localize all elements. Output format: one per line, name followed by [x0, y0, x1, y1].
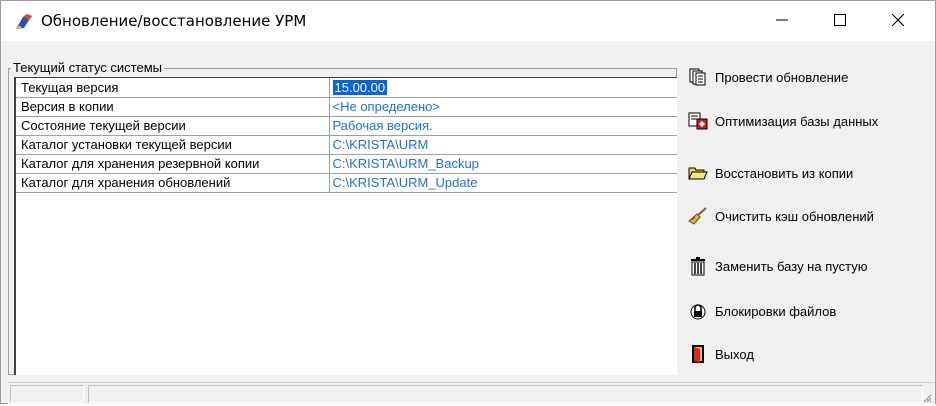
action-button[interactable]: Выход	[687, 342, 754, 366]
table-row[interactable]: Версия в копии <Не определено>	[16, 97, 677, 117]
property-name: Текущая версия	[16, 78, 330, 98]
window-left-edge	[1, 41, 7, 403]
status-group-label: Текущий статус системы	[11, 60, 165, 75]
broom-icon	[687, 205, 709, 227]
action-button[interactable]: Провести обновление	[687, 65, 848, 89]
property-value[interactable]: C:\KRISTA\URM	[329, 135, 677, 155]
minimize-icon	[776, 14, 788, 29]
open-folder-icon	[687, 162, 709, 184]
status-bar	[8, 382, 935, 404]
property-name: Каталог для хранения обновлений	[16, 173, 330, 193]
action-button[interactable]: Блокировки файлов	[687, 299, 836, 323]
action-button[interactable]: Восстановить из копии	[687, 161, 853, 185]
table-row[interactable]: Каталог установки текущей версии C:\KRIST…	[16, 135, 677, 155]
property-value[interactable]: C:\KRISTA\URM_Update	[329, 173, 677, 193]
title-bar[interactable]: Обновление/восстановление УРМ	[1, 1, 935, 41]
properties-table: Текущая версия 15.00.00 Версия в копии <Не …	[16, 78, 677, 193]
window-title: Обновление/восстановление УРМ	[41, 12, 307, 30]
action-label: Восстановить из копии	[715, 165, 854, 181]
action-label: Блокировки файлов	[715, 303, 837, 319]
selected-value[interactable]: 15.00.00	[332, 79, 388, 95]
table-row[interactable]: Текущая версия 15.00.00	[16, 78, 677, 98]
maximize-button[interactable]	[817, 1, 863, 41]
property-value[interactable]: Рабочая версия.	[329, 116, 677, 136]
app-icon	[13, 11, 35, 33]
table-row[interactable]: Каталог для хранения обновлений C:\KRISTA…	[16, 173, 677, 193]
property-name: Каталог для хранения резервной копии	[16, 154, 330, 174]
action-label: Очистить кэш обновлений	[715, 208, 874, 224]
action-button[interactable]: Заменить базу на пустую	[687, 254, 867, 278]
main-window: Обновление/восстановление УРМ Текущий ст…	[0, 0, 936, 404]
action-label: Оптимизация базы данных	[715, 113, 879, 129]
lock-icon	[687, 300, 709, 322]
close-button[interactable]	[875, 1, 921, 41]
optimize-db-icon	[687, 110, 709, 132]
table-row[interactable]: Состояние текущей версии Рабочая версия.	[16, 116, 677, 136]
trash-icon	[687, 255, 709, 277]
table-row[interactable]: Каталог для хранения резервной копии C:\K…	[16, 154, 677, 174]
property-value[interactable]: 15.00.00	[329, 78, 677, 98]
property-value[interactable]: C:\KRISTA\URM_Backup	[329, 154, 677, 174]
action-label: Заменить базу на пустую	[715, 258, 868, 274]
resize-grip-icon[interactable]	[922, 391, 932, 403]
property-value[interactable]: <Не определено>	[329, 97, 677, 117]
property-name: Версия в копии	[16, 97, 330, 117]
minimize-button[interactable]	[759, 1, 805, 41]
property-name: Состояние текущей версии	[16, 116, 330, 136]
status-grid[interactable]: Текущая версия 15.00.00 Версия в копии <Не …	[14, 77, 677, 375]
status-panel-left	[10, 385, 84, 403]
documents-icon	[687, 66, 709, 88]
property-name: Каталог установки текущей версии	[16, 135, 330, 155]
action-button[interactable]: Оптимизация базы данных	[687, 109, 878, 133]
action-label: Выход	[715, 346, 754, 362]
action-label: Провести обновление	[715, 69, 849, 85]
status-panel-main	[88, 385, 923, 403]
maximize-icon	[834, 13, 846, 29]
close-icon	[891, 13, 905, 29]
exit-door-icon	[687, 343, 709, 365]
action-button[interactable]: Очистить кэш обновлений	[687, 204, 874, 228]
